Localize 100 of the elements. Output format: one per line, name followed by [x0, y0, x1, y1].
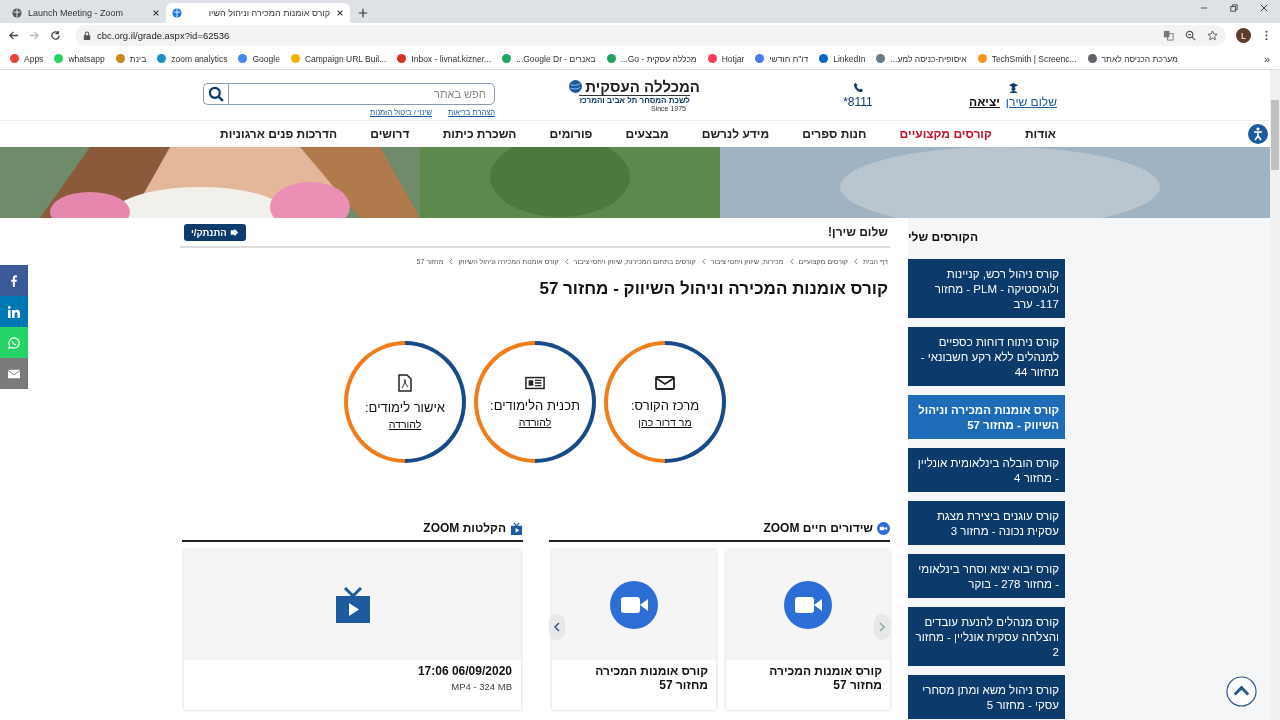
info-label: אישור לימודים:	[365, 400, 445, 415]
bookmark[interactable]: באנרים - Google Dr...	[502, 53, 596, 64]
carousel-prev-button[interactable]	[549, 614, 565, 640]
tv-play-icon	[510, 521, 523, 535]
chevron-icon	[563, 258, 569, 265]
linkedin-icon	[8, 305, 20, 318]
bookmark[interactable]: Inbox - livnat.kizner...	[397, 53, 492, 64]
video-camera-icon	[784, 581, 832, 629]
bookmark[interactable]: LinkedIn	[819, 53, 866, 64]
scrollbar[interactable]	[1270, 70, 1280, 720]
whatsapp-icon	[8, 336, 20, 349]
close-icon[interactable]	[1260, 4, 1268, 12]
browser-tab[interactable]: Launch Meeting - Zoom	[6, 3, 166, 23]
bookmark[interactable]: בינת	[115, 53, 147, 64]
bookmark[interactable]: מערכת הכניסה לאתר	[1087, 53, 1178, 64]
close-icon[interactable]	[152, 9, 160, 17]
reload-icon[interactable]	[50, 30, 61, 41]
logout-icon	[229, 227, 239, 237]
bookmark[interactable]: zoom analytics	[157, 53, 228, 64]
lock-icon	[83, 30, 91, 41]
translate-icon[interactable]	[1163, 30, 1174, 41]
info-link[interactable]: להורדה	[388, 418, 422, 430]
chevron-icon	[700, 258, 706, 265]
nav-item[interactable]: מידע לנרשם	[701, 127, 770, 141]
globe-icon	[172, 8, 182, 18]
nav-item[interactable]: השכרת כיתות	[442, 127, 517, 141]
nav-item[interactable]: אודות	[1024, 127, 1056, 141]
search-button[interactable]	[203, 83, 228, 105]
envelope-icon	[655, 376, 675, 390]
restore-icon[interactable]	[1230, 4, 1238, 12]
bookmark[interactable]: whatsapp	[54, 53, 105, 64]
greeting-link[interactable]: שלום שירן	[1005, 94, 1057, 109]
chevron-icon	[852, 258, 858, 265]
globe-icon	[12, 8, 22, 18]
nav-item[interactable]: חנות ספרים	[802, 127, 867, 141]
bookmark[interactable]: דו"ח חודשי	[755, 53, 809, 64]
chevron-icon	[448, 258, 454, 265]
nav-item[interactable]: מבצעים	[625, 127, 669, 141]
info-label: מרכז הקורס:	[630, 398, 700, 413]
section-title: שידורים חיים ZOOM	[763, 521, 873, 535]
bookmark[interactable]: Hotjar	[707, 53, 745, 64]
card-title: קורס אומנות המכירה מחזור 57	[768, 663, 883, 694]
info-link[interactable]: מר דרור כהן	[638, 416, 692, 428]
bookmark[interactable]: Apps	[10, 53, 44, 64]
email-share-button[interactable]	[0, 358, 28, 389]
live-session-card[interactable]: קורס אומנות המכירה מחזור 57	[726, 550, 890, 710]
video-camera-icon	[610, 581, 658, 629]
profile-avatar[interactable]: L	[1236, 28, 1251, 43]
logout-button[interactable]: התנתק/י	[184, 223, 246, 241]
bookmark[interactable]: Google	[238, 53, 280, 64]
facebook-icon	[8, 274, 20, 287]
info-label: תכנית הלימודים:	[490, 398, 580, 413]
bookmark[interactable]: TechSmith | Screenc...	[977, 53, 1077, 64]
course-link[interactable]: קורס ניתוח דוחות כספיים למנהלים ללא רקע חשבונאי - מחזור 44	[908, 327, 1065, 386]
search-icon	[208, 86, 224, 102]
course-link[interactable]: קורס ניהול רכש, קניינות ולוגיסטיקה - PLM - מחזור 117- ערב	[908, 259, 1065, 318]
back-icon[interactable]	[8, 30, 19, 41]
nav-item[interactable]: הדרכות פנים ארגוניות	[220, 127, 338, 141]
course-link[interactable]: קורס עוגנים ביצירת מצגת עסקית נכונה - מחזור 3	[908, 501, 1065, 545]
greeting-text: שלום שירן!	[828, 225, 888, 239]
more-bookmarks-button[interactable]: »	[1263, 52, 1270, 65]
course-link[interactable]: קורס הובלה בינלאומית אונליין - מחזור 4	[908, 448, 1065, 492]
bookmark[interactable]: מכללה עסקית - Go...	[606, 53, 697, 64]
browser-tab[interactable]: קורס אומנות המכירה וניהול השיו	[166, 3, 350, 23]
address-bar[interactable]: cbc.org.il/grade.aspx?id=62536	[75, 25, 1226, 46]
info-link[interactable]: להורדה	[518, 416, 552, 428]
nav-item[interactable]: דרושים	[370, 127, 410, 141]
nav-item[interactable]: פורומים	[549, 127, 593, 141]
star-icon[interactable]	[1207, 30, 1218, 41]
new-tab-icon[interactable]	[358, 8, 368, 18]
phone-number[interactable]: *8111	[843, 94, 873, 109]
pdf-file-icon	[398, 374, 412, 392]
bookmark[interactable]: Campaign URL Buil...	[290, 53, 387, 64]
logout-link[interactable]: יציאה	[969, 94, 1000, 109]
nav-item[interactable]: קורסים מקצועיים	[899, 127, 992, 141]
scrollbar-thumb[interactable]	[1271, 100, 1279, 170]
course-link[interactable]: קורס מנהלים להנעת עובדים והצלחה עסקית אונליין - מחזור 2	[908, 607, 1065, 666]
globe-icon	[569, 80, 583, 93]
card-title: קורס אומנות המכירה מחזור 57	[594, 663, 709, 694]
phone-icon	[852, 81, 864, 93]
course-link[interactable]: קורס אומנות המכירה וניהול השיווק - מחזור 57	[908, 395, 1065, 439]
sidebar-title: הקורסים שלי	[908, 230, 978, 244]
linkedin-share-button[interactable]	[0, 296, 28, 327]
scroll-to-top-button[interactable]	[1226, 676, 1257, 707]
search-field[interactable]: חפש באתר	[228, 83, 495, 105]
course-link[interactable]: קורס יבוא יצוא וסחר בינלאומי - מחזור 278 - בוקר	[908, 554, 1065, 598]
recording-date: 17:06 06/09/2020	[416, 663, 513, 678]
close-icon[interactable]	[336, 9, 344, 17]
facebook-share-button[interactable]	[0, 265, 28, 296]
section-title: הקלטות ZOOM	[423, 521, 506, 535]
newspaper-icon	[525, 376, 545, 390]
course-link[interactable]: קורס ניהול משא ומתן מסחרי עסקי - מחזור 5	[908, 675, 1065, 719]
live-session-card[interactable]: קורס אומנות המכירה מחזור 57	[552, 550, 716, 710]
zoom-icon[interactable]	[1185, 30, 1196, 41]
bookmark[interactable]: איסופית-כניסה למע...	[876, 53, 967, 64]
envelope-icon	[8, 367, 20, 380]
page-title: קורס אומנות המכירה וניהול השיווק - מחזור 57	[538, 279, 888, 299]
accessibility-icon[interactable]	[1248, 124, 1268, 144]
recording-card[interactable]: 17:06 06/09/2020 MP4 - 324 MB	[184, 550, 521, 710]
tv-play-icon	[335, 587, 370, 623]
